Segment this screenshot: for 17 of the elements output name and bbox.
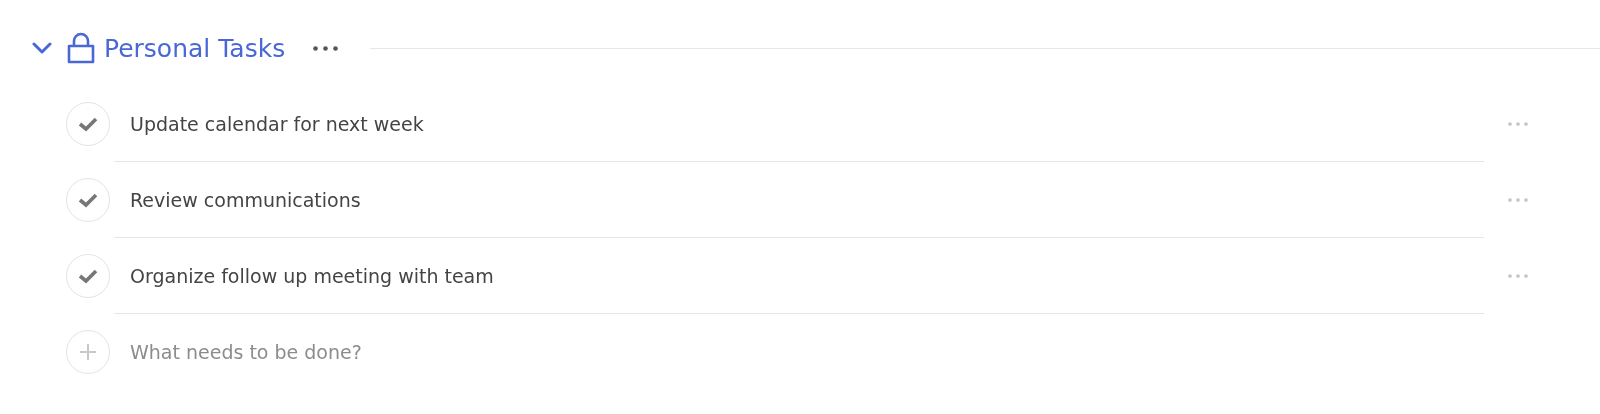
complete-button[interactable] bbox=[66, 254, 110, 298]
task-title: Review communications bbox=[130, 188, 361, 211]
complete-button[interactable] bbox=[66, 178, 110, 222]
complete-button[interactable] bbox=[66, 102, 110, 146]
more-icon bbox=[1508, 198, 1528, 202]
more-icon bbox=[1508, 274, 1528, 278]
more-icon bbox=[1508, 122, 1528, 126]
task-title: Organize follow up meeting with team bbox=[130, 264, 494, 287]
checkmark-icon bbox=[78, 192, 98, 208]
section-title: Personal Tasks bbox=[104, 33, 286, 63]
plus-icon bbox=[79, 343, 97, 361]
lock-icon bbox=[66, 32, 96, 64]
task-title: Update calendar for next week bbox=[130, 112, 424, 135]
chevron-icon bbox=[32, 42, 52, 54]
more-icon bbox=[313, 45, 339, 51]
checkmark-icon bbox=[78, 116, 98, 132]
checkmark-icon bbox=[78, 268, 98, 284]
